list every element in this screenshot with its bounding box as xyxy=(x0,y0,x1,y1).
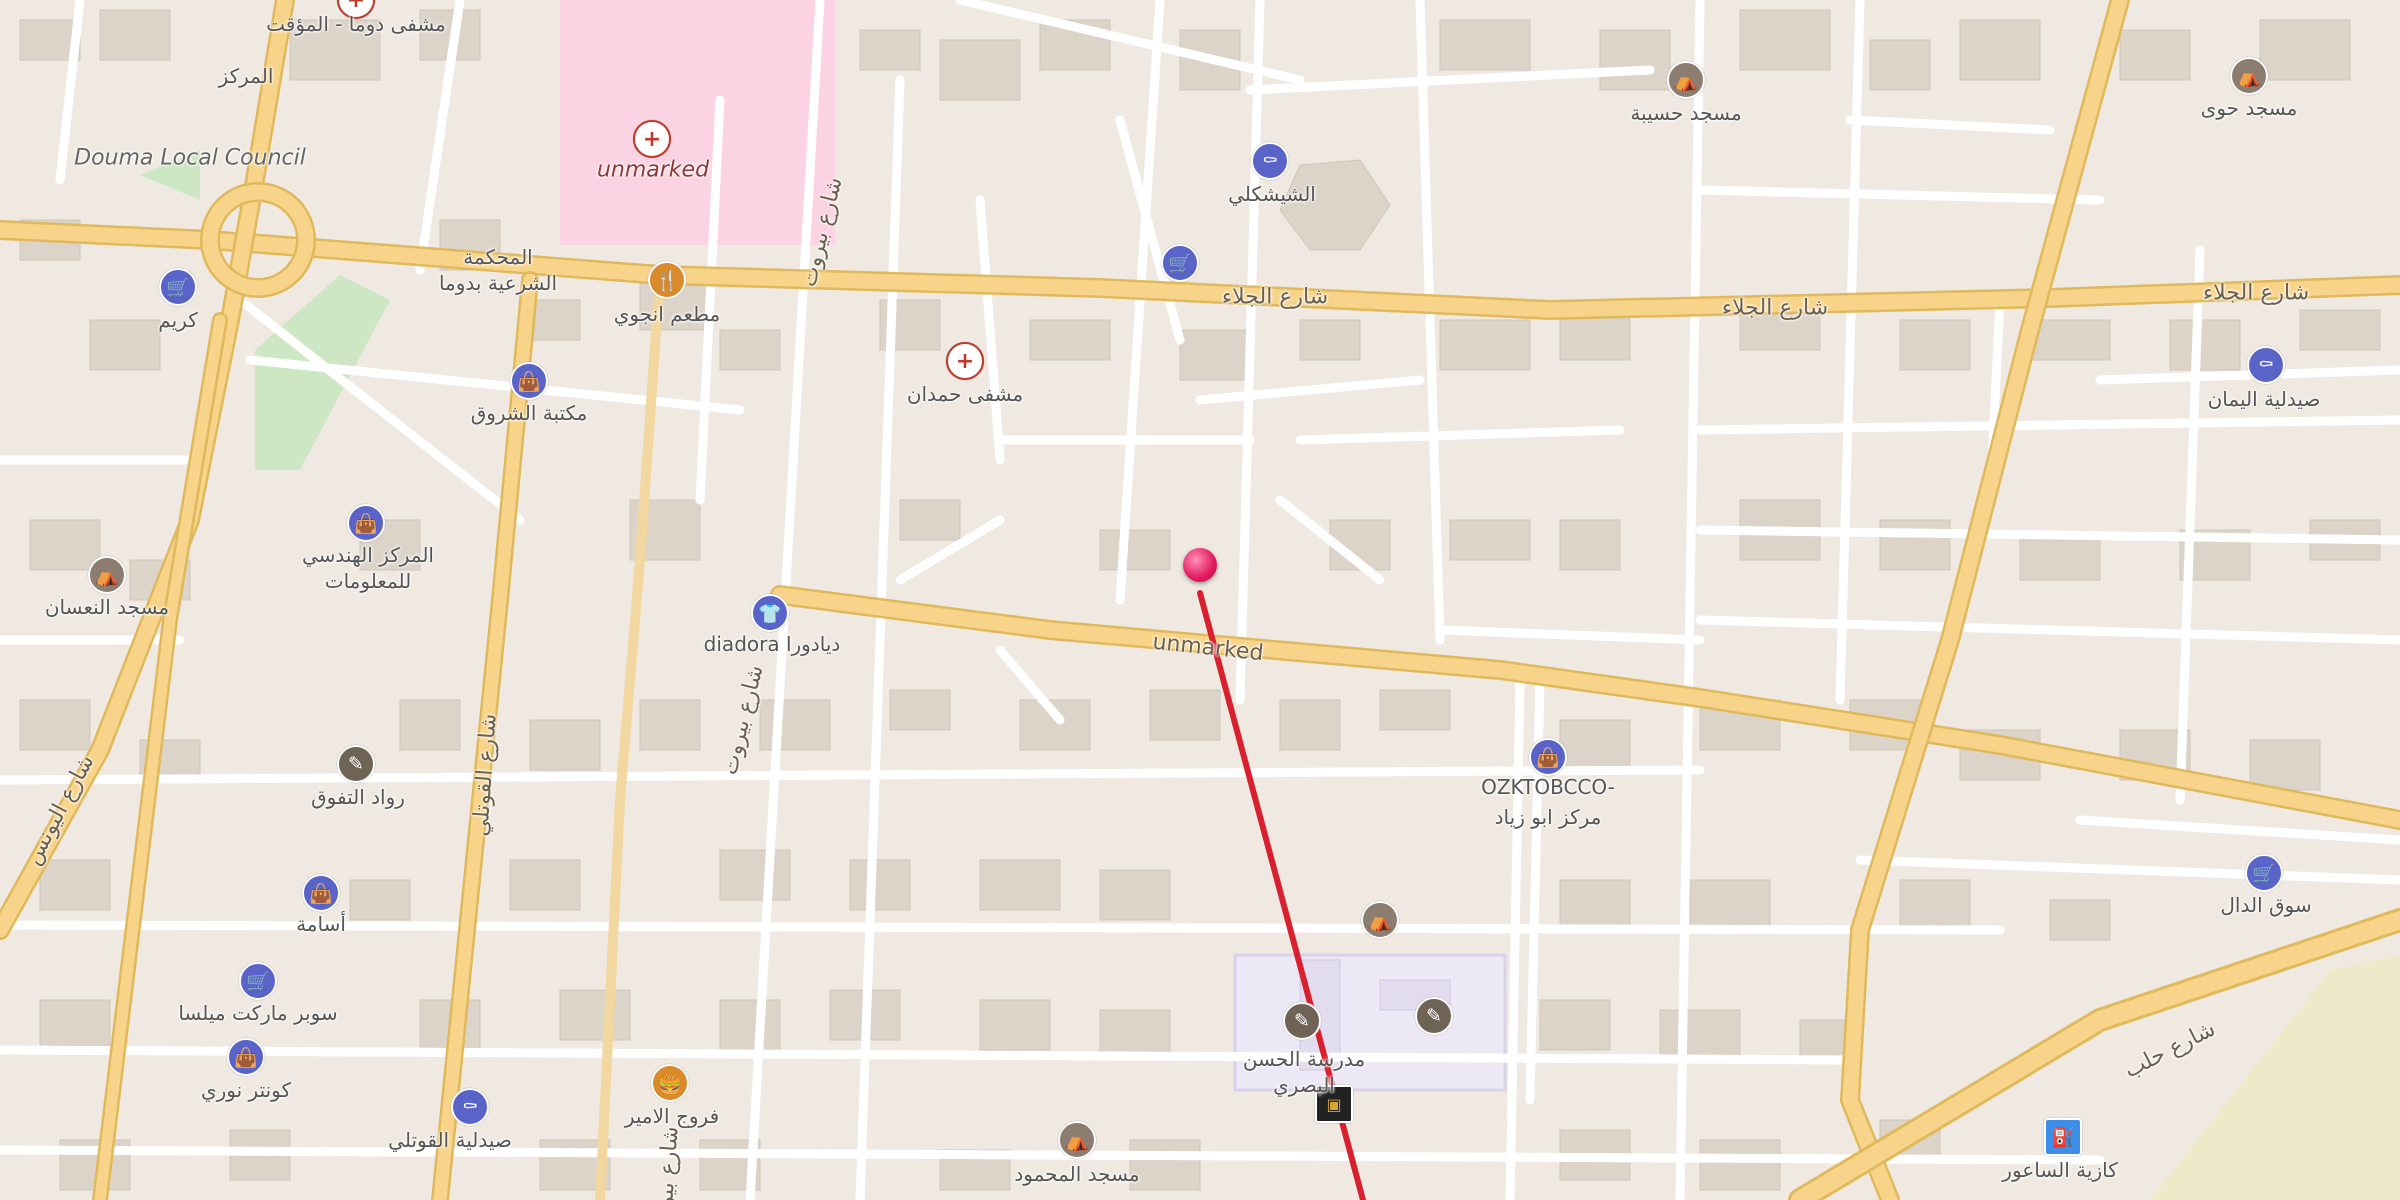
shopping-cart-icon[interactable]: 🛒 xyxy=(239,962,277,1000)
mosque-icon[interactable]: ⛺ xyxy=(2230,57,2268,95)
clothes-icon[interactable]: 👕 xyxy=(751,594,789,632)
mosque-icon[interactable]: ⛺ xyxy=(1361,901,1399,939)
label-mosque-hawi: مسجد حوى xyxy=(2200,96,2298,120)
restaurant-icon[interactable]: 🍴 xyxy=(648,261,686,299)
label-frouj: فروج الامير xyxy=(624,1104,720,1128)
label-hospital-unmarked: unmarked xyxy=(596,157,710,183)
pharmacy-icon[interactable]: ⚰ xyxy=(451,1088,489,1126)
school-icon[interactable]: ✎ xyxy=(1283,1002,1321,1040)
pharmacy-icon[interactable]: ⚰ xyxy=(2247,346,2285,384)
label-diadora: diadora ديادورا xyxy=(703,632,841,656)
mosque-icon[interactable]: ⛺ xyxy=(1058,1121,1096,1159)
shopping-cart-icon[interactable]: 🛒 xyxy=(2245,854,2283,892)
hospital-area xyxy=(560,0,835,245)
label-school: مدرسة الحسن البصري xyxy=(1242,1047,1366,1097)
label-hamdan: مشفى حمدان xyxy=(906,382,1024,406)
school-icon[interactable]: ✎ xyxy=(337,745,375,783)
label-rowad: رواد التفوق xyxy=(311,785,405,809)
school-icon[interactable]: ✎ xyxy=(1415,997,1453,1035)
label-souq: سوق الدال xyxy=(2220,893,2312,917)
label-jalaa-2: شارع الجلاء xyxy=(1721,295,1829,321)
label-counter-nouri: كونتر نوري xyxy=(200,1078,292,1102)
shopping-bag-icon[interactable]: 👜 xyxy=(302,874,340,912)
label-douma-council: Douma Local Council xyxy=(74,145,306,171)
pharmacy-icon[interactable]: ⚰ xyxy=(1251,142,1289,180)
mosque-icon[interactable]: ⛺ xyxy=(1667,61,1705,99)
fuel-station-icon[interactable]: ⛽ xyxy=(2044,1118,2082,1156)
shopping-cart-icon[interactable]: 🛒 xyxy=(1161,244,1199,282)
label-court: المحكمة الشرعية بدوما xyxy=(438,245,558,295)
shopping-bag-icon[interactable]: 👜 xyxy=(347,504,385,542)
label-library: مكتبة الشروق xyxy=(470,401,588,425)
label-beirut-3: شارع بيرو xyxy=(652,1125,684,1200)
label-shishakli: الشيشكلي xyxy=(1228,182,1316,206)
destination-pin[interactable] xyxy=(1183,548,1217,582)
hospital-icon[interactable]: + xyxy=(633,120,671,158)
map-layer xyxy=(0,0,2400,1200)
label-osama: أسامة xyxy=(296,912,346,936)
label-eng-center: المركز الهندسي للمعلومات xyxy=(302,543,434,593)
mosque-icon[interactable]: ⛺ xyxy=(88,556,126,594)
label-mosque-mahmoud: مسجد المحمود xyxy=(1014,1162,1140,1186)
label-center-top: المركز xyxy=(218,64,274,88)
shopping-bag-icon[interactable]: 👜 xyxy=(510,362,548,400)
label-mosque-hasiba: مسجد حسيبة xyxy=(1630,101,1742,125)
label-pharmacy-yaman: صيدلية اليمان xyxy=(2207,387,2321,411)
label-jalaa-3: شارع الجلاء xyxy=(2202,280,2310,306)
label-hospital-top: مشفى دوما - المؤقت xyxy=(266,12,446,36)
label-ozk: OZKTOBCCO- مركز ابو زياد xyxy=(1481,775,1615,829)
label-mosque-numan: مسجد النعسان xyxy=(44,595,170,619)
label-supermarket: سوبر ماركت ميلسا xyxy=(178,1001,338,1025)
fast-food-icon[interactable]: 🍔 xyxy=(651,1064,689,1102)
hospital-icon[interactable]: + xyxy=(946,342,984,380)
label-fuel: كازية الساعور xyxy=(2002,1158,2118,1182)
shopping-bag-icon[interactable]: 👜 xyxy=(1529,738,1567,776)
shopping-bag-icon[interactable]: 👜 xyxy=(227,1038,265,1076)
shopping-cart-icon[interactable]: 🛒 xyxy=(159,268,197,306)
label-pharmacy-qatli: صيدلية القوتلي xyxy=(388,1128,512,1152)
label-restaurant: مطعم انجوي xyxy=(613,302,721,326)
map-canvas[interactable]: 🛒 👜 👜 👜 🛒 👜 ⚰ 👕 🛒 ⚰ 👜 ⚰ 🛒 ⛽ ⛺ ⛺ ⛺ ⛺ ⛺ ✎ … xyxy=(0,0,2400,1200)
label-karim: كريم xyxy=(158,308,198,332)
label-jalaa-1: شارع الجلاء xyxy=(1221,284,1329,310)
